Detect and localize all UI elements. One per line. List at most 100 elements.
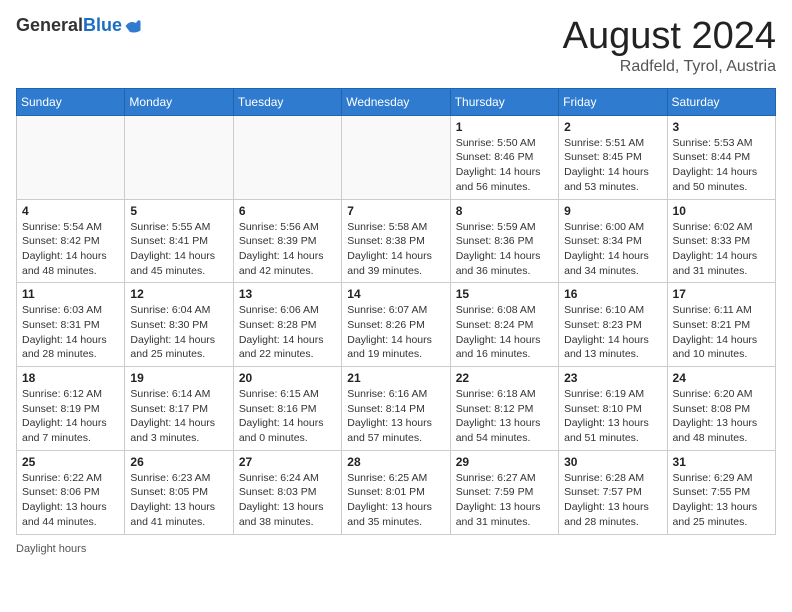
calendar-cell: 28Sunrise: 6:25 AM Sunset: 8:01 PM Dayli… [342, 450, 450, 534]
day-number: 3 [673, 120, 770, 134]
calendar-cell: 20Sunrise: 6:15 AM Sunset: 8:16 PM Dayli… [233, 367, 341, 451]
day-info: Sunrise: 6:11 AM Sunset: 8:21 PM Dayligh… [673, 303, 770, 362]
calendar-day-header: Monday [125, 88, 233, 115]
day-number: 4 [22, 204, 119, 218]
calendar-cell: 6 Sunrise: 5:56 AM Sunset: 8:39 PM Daylig… [233, 199, 341, 283]
day-info: Sunrise: 6:18 AM Sunset: 8:12 PM Dayligh… [456, 387, 553, 446]
day-number: 5 [130, 204, 227, 218]
day-info: Sunrise: 5:59 AM Sunset: 8:36 PM Dayligh… [456, 220, 553, 279]
day-number: 19 [130, 371, 227, 385]
calendar-cell [17, 115, 125, 199]
calendar-cell: 10 Sunrise: 6:02 AM Sunset: 8:33 PM Dayli… [667, 199, 775, 283]
calendar-cell: 22 Sunrise: 6:18 AM Sunset: 8:12 PM Dayli… [450, 367, 558, 451]
calendar-week-row: 1 Sunrise: 5:50 AM Sunset: 8:46 PM Daylig… [17, 115, 776, 199]
calendar-cell: 11 Sunrise: 6:03 AM Sunset: 8:31 PM Dayli… [17, 283, 125, 367]
day-info: Sunrise: 6:04 AM Sunset: 8:30 PM Dayligh… [130, 303, 227, 362]
day-info: Sunrise: 6:20 AM Sunset: 8:08 PM Dayligh… [673, 387, 770, 446]
day-number: 27 [239, 455, 336, 469]
day-number: 30 [564, 455, 661, 469]
day-number: 6 [239, 204, 336, 218]
day-number: 21 [347, 371, 444, 385]
calendar-cell: 16 Sunrise: 6:10 AM Sunset: 8:23 PM Dayli… [559, 283, 667, 367]
day-info: Sunrise: 6:22 AM Sunset: 8:06 PM Dayligh… [22, 471, 119, 530]
calendar-cell: 15 Sunrise: 6:08 AM Sunset: 8:24 PM Dayli… [450, 283, 558, 367]
day-info: Sunrise: 6:10 AM Sunset: 8:23 PM Dayligh… [564, 303, 661, 362]
day-info: Sunrise: 5:51 AM Sunset: 8:45 PM Dayligh… [564, 136, 661, 195]
calendar-cell: 23Sunrise: 6:19 AM Sunset: 8:10 PM Dayli… [559, 367, 667, 451]
day-number: 12 [130, 287, 227, 301]
calendar-cell: 18 Sunrise: 6:12 AM Sunset: 8:19 PM Dayli… [17, 367, 125, 451]
calendar-week-row: 11 Sunrise: 6:03 AM Sunset: 8:31 PM Dayli… [17, 283, 776, 367]
day-info: Sunrise: 6:06 AM Sunset: 8:28 PM Dayligh… [239, 303, 336, 362]
calendar-cell: 31Sunrise: 6:29 AM Sunset: 7:55 PM Dayli… [667, 450, 775, 534]
footer-note: Daylight hours [16, 543, 776, 555]
day-number: 13 [239, 287, 336, 301]
day-info: Sunrise: 6:08 AM Sunset: 8:24 PM Dayligh… [456, 303, 553, 362]
calendar-cell: 17Sunrise: 6:11 AM Sunset: 8:21 PM Dayli… [667, 283, 775, 367]
calendar-cell: 3 Sunrise: 5:53 AM Sunset: 8:44 PM Daylig… [667, 115, 775, 199]
calendar-day-header: Thursday [450, 88, 558, 115]
day-info: Sunrise: 6:02 AM Sunset: 8:33 PM Dayligh… [673, 220, 770, 279]
day-number: 20 [239, 371, 336, 385]
calendar-day-header: Wednesday [342, 88, 450, 115]
calendar-cell [125, 115, 233, 199]
logo: GeneralBlue [16, 16, 142, 36]
calendar-cell: 29 Sunrise: 6:27 AM Sunset: 7:59 PM Dayli… [450, 450, 558, 534]
calendar-cell: 8 Sunrise: 5:59 AM Sunset: 8:36 PM Daylig… [450, 199, 558, 283]
day-number: 11 [22, 287, 119, 301]
day-number: 1 [456, 120, 553, 134]
day-info: Sunrise: 6:16 AM Sunset: 8:14 PM Dayligh… [347, 387, 444, 446]
day-number: 26 [130, 455, 227, 469]
day-number: 31 [673, 455, 770, 469]
day-number: 7 [347, 204, 444, 218]
calendar-cell [233, 115, 341, 199]
day-number: 22 [456, 371, 553, 385]
day-info: Sunrise: 5:55 AM Sunset: 8:41 PM Dayligh… [130, 220, 227, 279]
calendar-cell: 9 Sunrise: 6:00 AM Sunset: 8:34 PM Daylig… [559, 199, 667, 283]
day-info: Sunrise: 6:12 AM Sunset: 8:19 PM Dayligh… [22, 387, 119, 446]
logo-general-text: General [16, 15, 83, 35]
day-number: 29 [456, 455, 553, 469]
daylight-label: Daylight hours [16, 543, 86, 555]
day-number: 9 [564, 204, 661, 218]
calendar-cell: 12 Sunrise: 6:04 AM Sunset: 8:30 PM Dayli… [125, 283, 233, 367]
calendar-cell: 26 Sunrise: 6:23 AM Sunset: 8:05 PM Dayli… [125, 450, 233, 534]
day-info: Sunrise: 6:19 AM Sunset: 8:10 PM Dayligh… [564, 387, 661, 446]
calendar-cell: 7Sunrise: 5:58 AM Sunset: 8:38 PM Daylig… [342, 199, 450, 283]
calendar-cell: 25 Sunrise: 6:22 AM Sunset: 8:06 PM Dayli… [17, 450, 125, 534]
header: GeneralBlue August 2024 Radfeld, Tyrol, … [16, 16, 776, 76]
calendar-cell: 14Sunrise: 6:07 AM Sunset: 8:26 PM Dayli… [342, 283, 450, 367]
day-info: Sunrise: 6:23 AM Sunset: 8:05 PM Dayligh… [130, 471, 227, 530]
day-info: Sunrise: 5:56 AM Sunset: 8:39 PM Dayligh… [239, 220, 336, 279]
day-number: 25 [22, 455, 119, 469]
day-number: 8 [456, 204, 553, 218]
day-info: Sunrise: 6:27 AM Sunset: 7:59 PM Dayligh… [456, 471, 553, 530]
calendar-cell: 19Sunrise: 6:14 AM Sunset: 8:17 PM Dayli… [125, 367, 233, 451]
calendar-cell: 5 Sunrise: 5:55 AM Sunset: 8:41 PM Daylig… [125, 199, 233, 283]
calendar-table: SundayMondayTuesdayWednesdayThursdayFrid… [16, 88, 776, 535]
calendar-week-row: 25 Sunrise: 6:22 AM Sunset: 8:06 PM Dayli… [17, 450, 776, 534]
logo-blue-text: Blue [83, 15, 122, 35]
title-block: August 2024 Radfeld, Tyrol, Austria [563, 16, 776, 76]
month-title: August 2024 [563, 16, 776, 58]
day-info: Sunrise: 5:53 AM Sunset: 8:44 PM Dayligh… [673, 136, 770, 195]
logo-icon [124, 17, 142, 35]
calendar-cell: 13 Sunrise: 6:06 AM Sunset: 8:28 PM Dayli… [233, 283, 341, 367]
day-number: 16 [564, 287, 661, 301]
day-number: 10 [673, 204, 770, 218]
calendar-cell: 4Sunrise: 5:54 AM Sunset: 8:42 PM Daylig… [17, 199, 125, 283]
day-info: Sunrise: 6:00 AM Sunset: 8:34 PM Dayligh… [564, 220, 661, 279]
day-info: Sunrise: 5:50 AM Sunset: 8:46 PM Dayligh… [456, 136, 553, 195]
calendar-day-header: Friday [559, 88, 667, 115]
day-number: 14 [347, 287, 444, 301]
calendar-week-row: 4Sunrise: 5:54 AM Sunset: 8:42 PM Daylig… [17, 199, 776, 283]
day-number: 15 [456, 287, 553, 301]
calendar-cell: 27 Sunrise: 6:24 AM Sunset: 8:03 PM Dayli… [233, 450, 341, 534]
day-number: 2 [564, 120, 661, 134]
calendar-cell: 24Sunrise: 6:20 AM Sunset: 8:08 PM Dayli… [667, 367, 775, 451]
calendar-cell: 21 Sunrise: 6:16 AM Sunset: 8:14 PM Dayli… [342, 367, 450, 451]
calendar-day-header: Tuesday [233, 88, 341, 115]
day-info: Sunrise: 6:03 AM Sunset: 8:31 PM Dayligh… [22, 303, 119, 362]
day-info: Sunrise: 6:24 AM Sunset: 8:03 PM Dayligh… [239, 471, 336, 530]
day-number: 18 [22, 371, 119, 385]
